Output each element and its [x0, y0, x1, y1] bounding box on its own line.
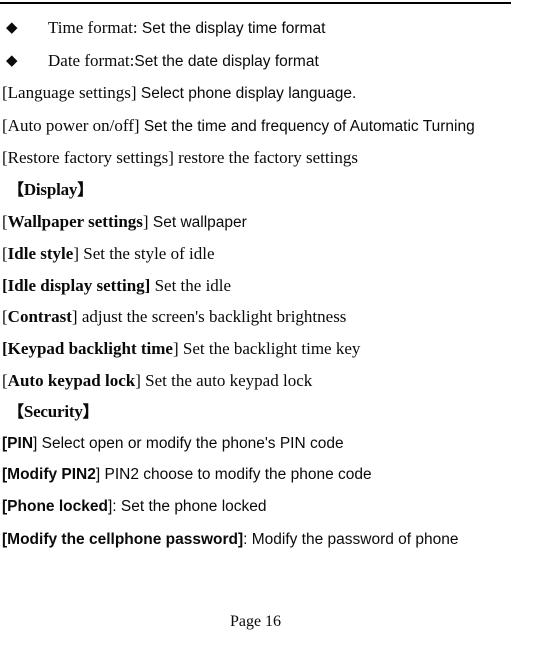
- setting-entry: [Restore factory settings] restore the f…: [0, 142, 511, 174]
- setting-description: restore the factory settings: [178, 148, 358, 168]
- setting-entry: [Idle display setting] Set the idle: [0, 270, 511, 302]
- section-heading-label: Security: [23, 402, 83, 422]
- bracket-close-glyph: ]: [73, 244, 79, 264]
- setting-entry: [Modify the cellphone password]: Modify …: [0, 523, 511, 556]
- header-rule: [0, 2, 511, 4]
- section-heading-display: 【Display】: [0, 174, 511, 206]
- diamond-bullet-icon: ◆: [6, 18, 18, 36]
- page-content: ◆ Time format: Set the display time form…: [0, 12, 511, 555]
- setting-entry: [Phone locked]: Set the phone locked: [0, 491, 511, 523]
- setting-description: Select phone display language.: [140, 85, 357, 103]
- setting-description: Set the idle: [154, 275, 232, 295]
- setting-entry: [PIN] Select open or modify the phone's …: [0, 428, 511, 460]
- setting-entry: [Modify PIN2] PIN2 choose to modify the …: [0, 459, 511, 491]
- diamond-bullet-icon: ◆: [6, 50, 18, 69]
- setting-label: PIN: [7, 434, 34, 452]
- lenticular-close-glyph: 】: [82, 402, 99, 422]
- bracket-close-glyph: ]: [95, 466, 101, 484]
- bracket-close-glyph: ]: [33, 434, 38, 452]
- setting-separator: :: [112, 497, 117, 515]
- lenticular-close-glyph: 】: [77, 179, 94, 199]
- page-number: Page 16: [229, 613, 282, 630]
- list-item: ◆ Time format: Set the display time form…: [0, 12, 511, 45]
- setting-description: Set the auto keypad lock: [145, 370, 313, 390]
- setting-entry: [Keypad backlight time] Set the backligh…: [0, 333, 511, 365]
- bracket-close-glyph: ]: [133, 115, 140, 135]
- setting-label: Auto power on/off: [7, 115, 134, 135]
- setting-description: adjust the screen's backlight brightness: [81, 307, 347, 327]
- manual-page: ◆ Time format: Set the display time form…: [0, 0, 536, 649]
- setting-entry: [Auto keypad lock] Set the auto keypad l…: [0, 365, 511, 397]
- setting-label: Keypad backlight time: [7, 338, 173, 358]
- section-heading-label: Display: [23, 179, 78, 199]
- bracket-close-glyph: ]: [168, 148, 174, 168]
- setting-label: Auto keypad lock: [7, 370, 136, 390]
- lenticular-open-glyph: 【: [8, 402, 24, 422]
- section-heading-security: 【Security】: [0, 396, 511, 428]
- setting-description: Set the style of idle: [83, 244, 215, 264]
- list-item: ◆ Date format:Set the date display forma…: [0, 45, 511, 78]
- bracket-close-glyph: ]: [144, 275, 151, 295]
- setting-label: Modify PIN2: [7, 466, 96, 484]
- setting-label: Idle style: [7, 244, 74, 264]
- setting-description: Set the phone locked: [120, 497, 267, 515]
- list-item-term: Date format:: [48, 50, 135, 70]
- list-item-description: Set the display time format: [141, 20, 326, 37]
- setting-label: Contrast: [7, 307, 72, 327]
- setting-separator: :: [243, 530, 248, 548]
- page-footer: Page 16: [0, 612, 511, 632]
- bracket-close-glyph: ]: [172, 338, 179, 358]
- list-item-term: Time format:: [48, 18, 138, 37]
- setting-label: Wallpaper settings: [7, 211, 143, 231]
- setting-description: Set wallpaper: [152, 213, 247, 231]
- setting-entry: [Auto power on/off] Set the time and fre…: [0, 110, 509, 143]
- setting-entry: [Language settings] Select phone display…: [0, 77, 511, 110]
- setting-description: Select open or modify the phone's PIN co…: [41, 434, 344, 452]
- list-item-description: Set the date display format: [134, 52, 319, 70]
- lenticular-open-glyph: 【: [8, 179, 24, 199]
- setting-description: PIN2 choose to modify the phone code: [104, 466, 372, 484]
- setting-description: Modify the password of phone: [251, 530, 459, 548]
- setting-label: Idle display setting: [7, 275, 145, 295]
- bracket-close-glyph: ]: [135, 370, 141, 390]
- bracket-close-glyph: ]: [71, 307, 78, 327]
- setting-entry: [Idle style] Set the style of idle: [0, 238, 511, 270]
- setting-label: Modify the cellphone password: [7, 530, 238, 548]
- setting-description: Set the time and frequency of Automatic …: [143, 117, 475, 135]
- setting-entry: [Contrast] adjust the screen's backlight…: [0, 301, 511, 333]
- setting-label: Restore factory settings: [7, 148, 169, 168]
- setting-label: Language settings: [7, 83, 131, 103]
- setting-description: Set the backlight time key: [182, 338, 361, 358]
- setting-entry: [Wallpaper settings] Set wallpaper: [0, 206, 511, 239]
- setting-label: Phone locked: [7, 497, 108, 515]
